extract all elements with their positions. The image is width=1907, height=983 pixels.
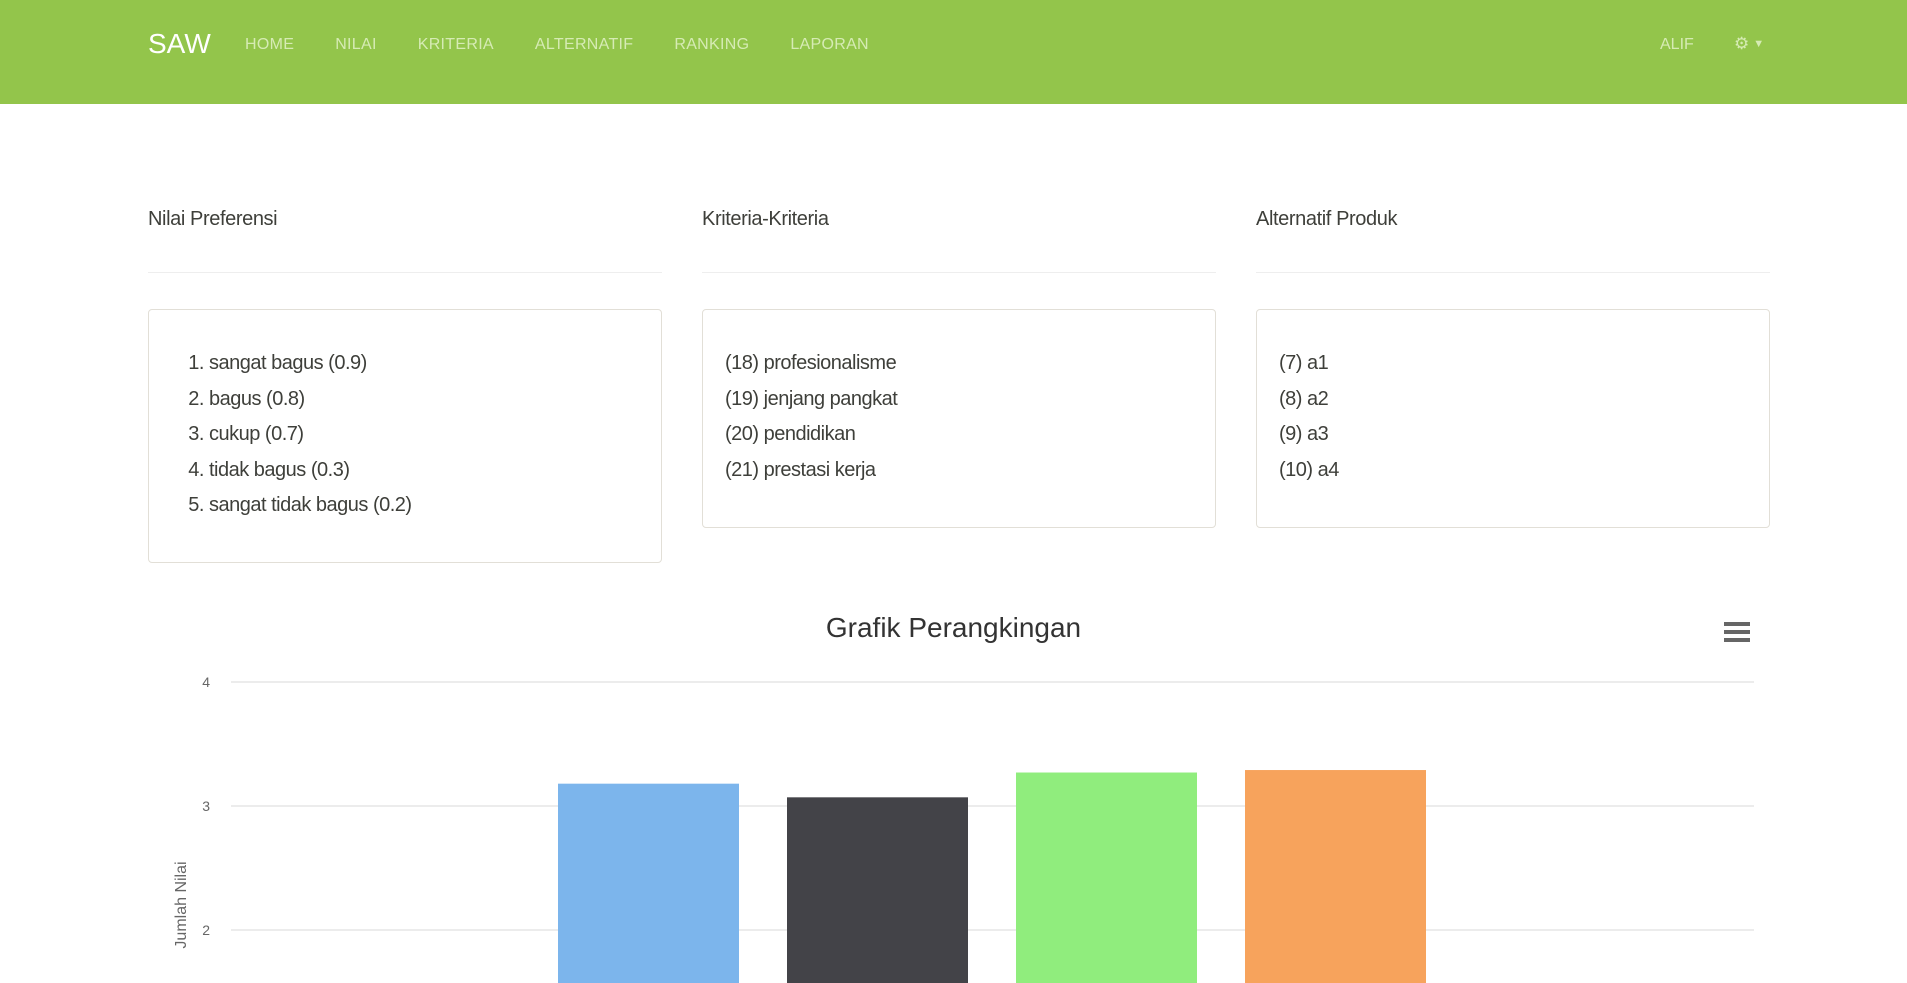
bar — [558, 783, 739, 983]
bar — [1016, 772, 1197, 983]
y-tick-label: 4 — [202, 674, 210, 690]
y-tick-label: 3 — [202, 798, 210, 814]
bar — [787, 797, 968, 983]
y-axis-label: Jumlah Nilai — [173, 861, 190, 948]
bar — [1245, 770, 1426, 983]
y-tick-label: 2 — [202, 922, 210, 938]
bar-chart: 2 3 4 Jumlah Nilai — [173, 674, 1754, 983]
